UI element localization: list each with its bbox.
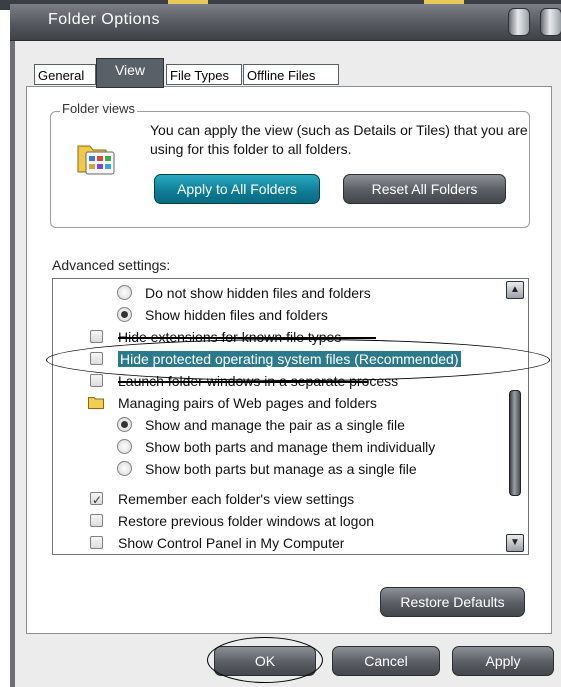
radio-button[interactable] [117, 307, 132, 322]
list-item[interactable]: Managing pairs of Web pages and folders [88, 392, 377, 414]
list-item[interactable]: Restore previous folder windows at logon [90, 510, 374, 532]
help-button[interactable] [508, 8, 530, 36]
list-item-label: Show both parts and manage them individu… [145, 439, 436, 455]
list-item[interactable]: Show Control Panel in My Computer [90, 532, 344, 552]
folder-icon [88, 397, 104, 409]
list-item-label: Managing pairs of Web pages and folders [118, 395, 377, 411]
scroll-up-arrow-icon[interactable]: ▲ [506, 281, 524, 299]
strike-line [118, 381, 368, 383]
folder-views-description: You can apply the view (such as Details … [150, 122, 528, 157]
tab-general[interactable]: General [34, 64, 96, 85]
list-item-label: Remember each folder's view settings [118, 491, 355, 507]
list-item-label: Do not show hidden files and folders [145, 285, 371, 301]
apply-button[interactable]: Apply [452, 646, 554, 676]
list-item-label: Show hidden files and folders [145, 307, 328, 323]
tab-file-types[interactable]: File Types [166, 64, 242, 85]
scroll-down-arrow-icon[interactable]: ▼ [506, 534, 524, 552]
list-item[interactable]: Show both parts but manage as a single f… [117, 458, 417, 480]
list-item[interactable]: Show hidden files and folders [117, 304, 328, 326]
radio-button[interactable] [117, 417, 132, 432]
advanced-settings-scrollbar[interactable]: ▲ ▼ [505, 280, 527, 553]
advanced-settings-label: Advanced settings: [52, 257, 171, 273]
restore-defaults-button[interactable]: Restore Defaults [380, 587, 525, 617]
scrollbar-thumb[interactable] [509, 390, 521, 496]
radio-button[interactable] [117, 439, 132, 454]
list-item[interactable]: Do not show hidden files and folders [117, 282, 371, 304]
window-title: Folder Options [48, 11, 160, 28]
checkbox[interactable] [90, 514, 103, 527]
list-item[interactable]: Remember each folder's view settings [90, 488, 355, 511]
radio-button[interactable] [117, 461, 132, 476]
checkbox[interactable] [90, 489, 103, 511]
annotation-oval-ok [207, 637, 323, 683]
close-button[interactable] [540, 8, 561, 36]
folder-views-label: Folder views [60, 101, 137, 116]
checkbox[interactable] [90, 374, 103, 387]
list-item-label: Show both parts but manage as a single f… [145, 461, 417, 477]
cancel-button[interactable]: Cancel [332, 646, 440, 676]
annotation-oval-hide-protected [46, 339, 550, 381]
list-item-label: Show and manage the pair as a single fil… [145, 417, 405, 433]
apply-to-all-folders-button[interactable]: Apply to All Folders [154, 174, 320, 204]
tab-offline-files[interactable]: Offline Files [243, 64, 339, 85]
checkbox[interactable] [90, 330, 103, 343]
folder-views-icon [77, 145, 115, 175]
radio-button[interactable] [117, 285, 132, 300]
list-item-label: Show Control Panel in My Computer [118, 535, 345, 551]
list-item[interactable]: Show both parts and manage them individu… [117, 436, 435, 458]
advanced-settings-list: Do not show hidden files and folders Sho… [52, 278, 529, 555]
checkbox[interactable] [90, 536, 103, 549]
tab-view[interactable]: View [96, 58, 164, 88]
reset-all-folders-button[interactable]: Reset All Folders [343, 174, 506, 204]
list-item[interactable]: Show and manage the pair as a single fil… [117, 414, 405, 436]
list-item-label: Restore previous folder windows at logon [118, 513, 375, 529]
